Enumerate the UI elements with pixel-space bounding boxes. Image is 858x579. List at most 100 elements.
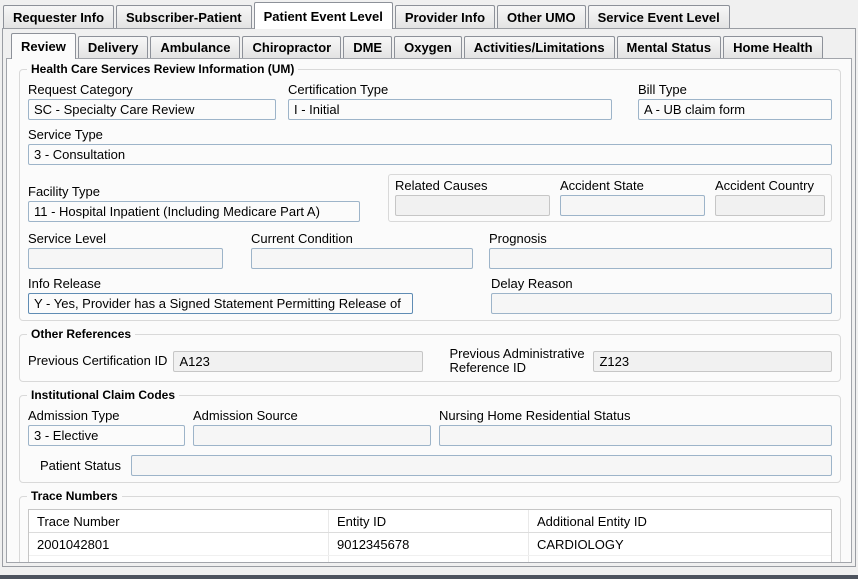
tab-dme[interactable]: DME: [343, 36, 392, 58]
nursing-home-residential-status-input[interactable]: [439, 425, 832, 446]
column-header-trace-number[interactable]: Trace Number: [29, 510, 329, 532]
tab-requester-info[interactable]: Requester Info: [3, 5, 114, 28]
other-references-group: Other References Previous Certification …: [19, 334, 841, 382]
institutional-claim-codes-group: Institutional Claim Codes Admission Type…: [19, 395, 841, 483]
table-row[interactable]: [29, 555, 831, 563]
institutional-row-2: Patient Status: [28, 455, 832, 476]
other-references-title: Other References: [27, 327, 135, 341]
prognosis-input[interactable]: [489, 248, 832, 269]
current-condition-field: Current Condition: [251, 231, 473, 269]
request-category-input[interactable]: SC - Specialty Care Review: [28, 99, 276, 120]
accident-state-input[interactable]: [560, 195, 705, 216]
bill-type-field: Bill Type A - UB claim form: [638, 82, 832, 120]
service-type-field: Service Type 3 - Consultation: [28, 127, 832, 165]
institutional-row-1: Admission Type 3 - Elective Admission So…: [28, 408, 832, 446]
prognosis-field: Prognosis: [489, 231, 832, 269]
tab-delivery[interactable]: Delivery: [78, 36, 149, 58]
um-row-1: Request Category SC - Specialty Care Rev…: [28, 82, 832, 120]
um-review-group: Health Care Services Review Information …: [19, 69, 841, 321]
um-row-5: Info Release Y - Yes, Provider has a Sig…: [28, 276, 832, 314]
nursing-home-residential-status-field: Nursing Home Residential Status: [439, 408, 832, 446]
trace-numbers-title: Trace Numbers: [27, 489, 122, 503]
tab-review[interactable]: Review: [11, 33, 76, 59]
column-header-entity-id[interactable]: Entity ID: [329, 510, 529, 532]
tab-mental-status[interactable]: Mental Status: [617, 36, 722, 58]
certification-type-label: Certification Type: [288, 82, 612, 97]
review-page: Health Care Services Review Information …: [6, 58, 852, 563]
service-type-input[interactable]: 3 - Consultation: [28, 144, 832, 165]
accident-country-field: Accident Country: [715, 178, 825, 216]
request-category-label: Request Category: [28, 82, 276, 97]
accident-country-label: Accident Country: [715, 178, 825, 193]
previous-admin-reference-id-label: Previous Administrative Reference ID: [449, 347, 587, 375]
admission-type-field: Admission Type 3 - Elective: [28, 408, 185, 446]
current-condition-label: Current Condition: [251, 231, 473, 246]
service-level-input[interactable]: [28, 248, 223, 269]
facility-type-input[interactable]: 11 - Hospital Inpatient (Including Medic…: [28, 201, 360, 222]
service-type-label: Service Type: [28, 127, 832, 142]
table-header-row: Trace Number Entity ID Additional Entity…: [29, 510, 831, 533]
tab-service-event-level[interactable]: Service Event Level: [588, 5, 730, 28]
prognosis-label: Prognosis: [489, 231, 832, 246]
delay-reason-input[interactable]: [491, 293, 832, 314]
related-causes-field: Related Causes: [395, 178, 550, 216]
tab-provider-info[interactable]: Provider Info: [395, 5, 495, 28]
top-tab-bar: Requester Info Subscriber-Patient Patien…: [0, 2, 858, 28]
patient-status-label: Patient Status: [40, 459, 121, 473]
bill-type-label: Bill Type: [638, 82, 832, 97]
application-window: Requester Info Subscriber-Patient Patien…: [0, 0, 858, 579]
patient-event-level-page: Review Delivery Ambulance Chiropractor D…: [2, 28, 856, 567]
admission-source-field: Admission Source: [193, 408, 431, 446]
trace-numbers-table: Trace Number Entity ID Additional Entity…: [28, 509, 832, 563]
info-release-field: Info Release Y - Yes, Provider has a Sig…: [28, 276, 413, 314]
accident-state-label: Accident State: [560, 178, 705, 193]
institutional-claim-codes-title: Institutional Claim Codes: [27, 388, 179, 402]
related-causes-input[interactable]: [395, 195, 550, 216]
trace-number-cell: 2001042801: [29, 533, 329, 555]
column-header-additional-entity-id[interactable]: Additional Entity ID: [529, 510, 831, 532]
facility-type-field: Facility Type 11 - Hospital Inpatient (I…: [28, 184, 360, 222]
additional-entity-id-cell: [529, 556, 831, 563]
service-level-field: Service Level: [28, 231, 223, 269]
tab-home-health[interactable]: Home Health: [723, 36, 822, 58]
patient-status-input[interactable]: [131, 455, 832, 476]
certification-type-field: Certification Type I - Initial: [288, 82, 612, 120]
window-bottom-edge: [0, 575, 858, 579]
nursing-home-residential-status-label: Nursing Home Residential Status: [439, 408, 832, 423]
tab-oxygen[interactable]: Oxygen: [394, 36, 462, 58]
table-row[interactable]: 2001042801 9012345678 CARDIOLOGY: [29, 533, 831, 555]
sub-tab-bar: Review Delivery Ambulance Chiropractor D…: [6, 33, 852, 58]
current-condition-input[interactable]: [251, 248, 473, 269]
accident-country-input[interactable]: [715, 195, 825, 216]
admission-source-input[interactable]: [193, 425, 431, 446]
delay-reason-field: Delay Reason: [491, 276, 832, 314]
certification-type-input[interactable]: I - Initial: [288, 99, 612, 120]
other-references-row: Previous Certification ID A123 Previous …: [28, 347, 832, 375]
delay-reason-label: Delay Reason: [491, 276, 832, 291]
tab-activities-limitations[interactable]: Activities/Limitations: [464, 36, 615, 58]
additional-entity-id-cell: CARDIOLOGY: [529, 533, 831, 555]
um-row-3: Facility Type 11 - Hospital Inpatient (I…: [28, 174, 832, 222]
info-release-input[interactable]: Y - Yes, Provider has a Signed Statement…: [28, 293, 413, 314]
window-lower-margin: [0, 567, 858, 575]
bill-type-input[interactable]: A - UB claim form: [638, 99, 832, 120]
accident-state-field: Accident State: [560, 178, 705, 216]
facility-type-label: Facility Type: [28, 184, 360, 199]
um-row-4: Service Level Current Condition Prognosi…: [28, 231, 832, 269]
um-review-group-title: Health Care Services Review Information …: [27, 62, 298, 76]
admission-type-label: Admission Type: [28, 408, 185, 423]
previous-certification-id-input[interactable]: A123: [173, 351, 423, 372]
previous-admin-reference-id-input[interactable]: Z123: [593, 351, 832, 372]
tab-other-umo[interactable]: Other UMO: [497, 5, 586, 28]
tab-chiropractor[interactable]: Chiropractor: [242, 36, 341, 58]
service-level-label: Service Level: [28, 231, 223, 246]
info-release-label: Info Release: [28, 276, 413, 291]
admission-type-input[interactable]: 3 - Elective: [28, 425, 185, 446]
related-causes-label: Related Causes: [395, 178, 550, 193]
tab-patient-event-level[interactable]: Patient Event Level: [254, 2, 393, 29]
um-row-2: Service Type 3 - Consultation: [28, 127, 832, 165]
trace-numbers-group: Trace Numbers Trace Number Entity ID Add…: [19, 496, 841, 563]
entity-id-cell: [329, 556, 529, 563]
tab-subscriber-patient[interactable]: Subscriber-Patient: [116, 5, 252, 28]
tab-ambulance[interactable]: Ambulance: [150, 36, 240, 58]
